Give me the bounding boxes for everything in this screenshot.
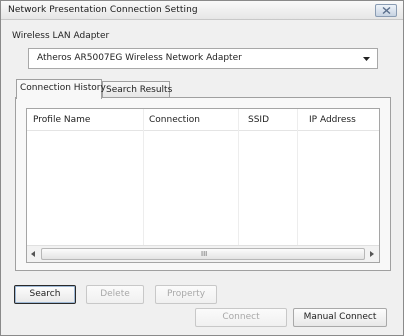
dialog-window: Network Presentation Connection Setting … [0, 0, 404, 336]
adapter-dropdown[interactable]: Atheros AR5007EG Wireless Network Adapte… [28, 48, 378, 69]
column-divider [297, 109, 298, 245]
column-header-profile-name[interactable]: Profile Name [33, 115, 90, 125]
scrollbar-thumb[interactable]: III [41, 248, 365, 260]
tab-connection-history[interactable]: Connection History [16, 79, 106, 99]
search-button[interactable]: Search [14, 285, 76, 304]
column-header-ssid[interactable]: SSID [248, 115, 269, 125]
tab-label: Connection History [20, 83, 106, 93]
adapter-label: Wireless LAN Adapter [12, 31, 110, 41]
adapter-selected-value: Atheros AR5007EG Wireless Network Adapte… [37, 53, 242, 63]
chevron-down-icon[interactable] [363, 57, 370, 61]
column-header-connection[interactable]: Connection [149, 115, 200, 125]
column-divider [238, 109, 239, 245]
manual-connect-button[interactable]: Manual Connect [293, 308, 387, 327]
horizontal-scrollbar[interactable]: III [27, 245, 379, 262]
close-icon [382, 7, 391, 14]
column-divider [143, 109, 144, 245]
column-header-ip-address[interactable]: IP Address [309, 115, 356, 125]
window-title: Network Presentation Connection Setting [8, 5, 198, 15]
scrollbar-grip: III [201, 250, 208, 258]
tab-label: Search Results [106, 85, 173, 95]
list-header: Profile Name Connection SSID IP Address [27, 109, 379, 131]
connection-history-list[interactable]: Profile Name Connection SSID IP Address … [26, 108, 380, 263]
title-bar[interactable]: Network Presentation Connection Setting [1, 1, 403, 20]
scroll-right-arrow-icon[interactable] [370, 251, 374, 257]
property-button[interactable]: Property [155, 285, 217, 304]
close-button[interactable] [375, 4, 397, 17]
connect-button[interactable]: Connect [195, 308, 287, 327]
delete-button[interactable]: Delete [86, 285, 144, 304]
scroll-left-arrow-icon[interactable] [31, 251, 35, 257]
